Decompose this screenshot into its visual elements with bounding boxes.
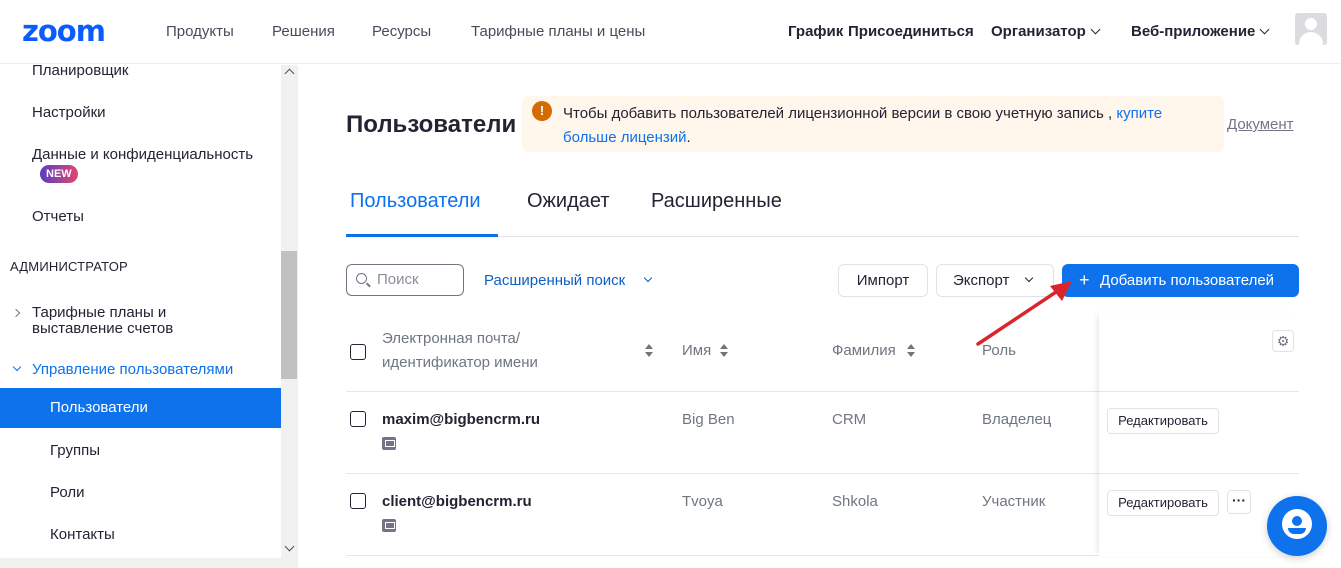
- nav-plans-pricing[interactable]: Тарифные планы и цены: [471, 23, 645, 40]
- column-header-first-name[interactable]: Имя: [682, 339, 711, 363]
- user-email[interactable]: maxim@bigbencrm.ru: [382, 411, 540, 428]
- user-email[interactable]: client@bigbencrm.ru: [382, 493, 532, 510]
- sidebar-item-users-label: Пользователи: [50, 399, 148, 416]
- sidebar-item-roles[interactable]: Роли: [50, 484, 85, 501]
- sidebar-item-user-management[interactable]: Управление пользователями: [32, 361, 233, 378]
- user-last-name: Shkola: [832, 493, 878, 510]
- more-options-icon[interactable]: ···: [1227, 490, 1251, 514]
- add-users-label: Добавить пользователей: [1100, 272, 1275, 289]
- nav-schedule[interactable]: График: [788, 23, 843, 40]
- row-divider: [1099, 391, 1299, 392]
- sidebar-item-users[interactable]: Пользователи: [0, 388, 281, 428]
- sort-icon[interactable]: [907, 344, 915, 358]
- notice-end: .: [686, 129, 691, 146]
- sidebar-item-scheduler[interactable]: Планировщик: [32, 65, 128, 79]
- warning-icon: !: [532, 101, 552, 121]
- tab-advanced[interactable]: Расширенные: [651, 190, 782, 213]
- chevron-down-icon: [12, 362, 22, 372]
- user-role: Владелец: [982, 411, 1052, 428]
- nav-host-label: Организатор: [991, 23, 1086, 40]
- search-input[interactable]: [377, 271, 457, 288]
- zoom-logo[interactable]: zoom: [22, 14, 106, 48]
- mail-icon: [382, 437, 396, 450]
- row-checkbox[interactable]: [350, 493, 366, 509]
- column-header-email[interactable]: Электронная почта/ идентификатор имени: [382, 327, 562, 375]
- top-navigation: zoom Продукты Решения Ресурсы Тарифные п…: [0, 0, 1341, 64]
- select-all-checkbox[interactable]: [350, 344, 366, 360]
- avatar[interactable]: [1295, 13, 1327, 45]
- sidebar-item-reports[interactable]: Отчеты: [32, 208, 84, 225]
- sort-icon[interactable]: [720, 344, 728, 358]
- new-badge: NEW: [40, 165, 78, 183]
- document-link[interactable]: Документ: [1227, 116, 1294, 133]
- chevron-down-icon: [1090, 24, 1101, 35]
- notice-message: Чтобы добавить пользователей лицензионно…: [563, 105, 1113, 122]
- gear-icon[interactable]: ⚙: [1272, 330, 1294, 352]
- search-box[interactable]: [346, 264, 464, 296]
- user-first-name: Big Ben: [682, 411, 735, 428]
- license-notice: ! Чтобы добавить пользователей лицензион…: [522, 96, 1224, 152]
- column-header-last-name[interactable]: Фамилия: [832, 339, 896, 363]
- sidebar-item-billing[interactable]: Тарифные планы и выставление счетов: [32, 305, 252, 337]
- avatar-body: [1299, 32, 1323, 45]
- sidebar: Планировщик Настройки Данные и конфиденц…: [0, 65, 298, 568]
- sidebar-section-admin: АДМИНИСТРАТОР: [10, 259, 128, 274]
- user-last-name: CRM: [832, 411, 867, 428]
- chat-support-button[interactable]: [1267, 496, 1327, 556]
- tab-pending[interactable]: Ожидает: [527, 190, 610, 213]
- import-button[interactable]: Импорт: [838, 264, 928, 297]
- nav-join[interactable]: Присоединиться: [848, 23, 974, 40]
- chevron-down-icon[interactable]: [643, 273, 653, 283]
- sort-icon[interactable]: [645, 344, 653, 358]
- annotation-arrow: [976, 281, 1072, 346]
- user-role: Участник: [982, 493, 1046, 510]
- plus-icon: +: [1079, 270, 1090, 290]
- chat-icon: [1282, 509, 1312, 539]
- sidebar-item-settings[interactable]: Настройки: [32, 104, 106, 121]
- active-tab-indicator: [346, 234, 498, 237]
- avatar-head: [1305, 18, 1317, 30]
- nav-products[interactable]: Продукты: [166, 23, 234, 40]
- sidebar-scrollbar-thumb[interactable]: [281, 251, 297, 379]
- advanced-search-link[interactable]: Расширенный поиск: [484, 272, 625, 289]
- user-first-name: Tvoya: [682, 493, 723, 510]
- row-divider: [1099, 473, 1299, 474]
- nav-web-app-label: Веб-приложение: [1131, 23, 1256, 40]
- nav-resources[interactable]: Ресурсы: [372, 23, 431, 40]
- nav-solutions[interactable]: Решения: [272, 23, 335, 40]
- page-scrollbar[interactable]: [1334, 64, 1341, 568]
- tab-users[interactable]: Пользователи: [350, 190, 481, 213]
- search-icon: [356, 273, 367, 284]
- edit-button[interactable]: Редактировать: [1107, 490, 1219, 516]
- license-notice-text: Чтобы добавить пользователей лицензионно…: [563, 102, 1203, 150]
- chevron-right-icon: [11, 308, 21, 318]
- nav-web-app[interactable]: Веб-приложение: [1131, 23, 1270, 40]
- sidebar-item-data-privacy[interactable]: Данные и конфиденциальность: [32, 146, 253, 163]
- row-checkbox[interactable]: [350, 411, 366, 427]
- horizontal-scrollbar[interactable]: [0, 558, 298, 568]
- edit-button[interactable]: Редактировать: [1107, 408, 1219, 434]
- mail-icon: [382, 519, 396, 532]
- sidebar-item-contacts[interactable]: Контакты: [50, 526, 115, 543]
- chevron-down-icon: [1259, 24, 1270, 35]
- sidebar-item-groups[interactable]: Группы: [50, 442, 100, 459]
- add-users-button[interactable]: + Добавить пользователей: [1062, 264, 1299, 297]
- nav-host[interactable]: Организатор: [991, 23, 1101, 40]
- page-title: Пользователи: [346, 111, 517, 138]
